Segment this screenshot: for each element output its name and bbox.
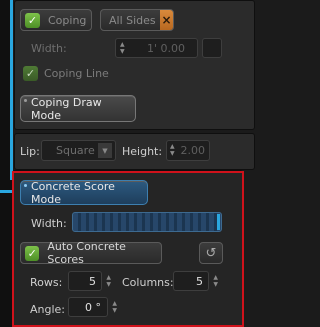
height-label: Height: bbox=[122, 145, 163, 158]
stepper-arrows-icon[interactable]: ▲ ▼ bbox=[213, 274, 218, 288]
stepper-arrows-icon[interactable]: ▲ ▼ bbox=[106, 274, 111, 288]
coping-width-value: 1' 0.00 bbox=[146, 41, 185, 55]
stepper-arrows-icon[interactable]: ▲ ▼ bbox=[170, 143, 175, 157]
check-icon: ✓ bbox=[25, 12, 40, 28]
lip-select[interactable]: Square ▼ bbox=[41, 140, 116, 161]
check-icon[interactable]: ✓ bbox=[23, 66, 38, 81]
rows-value: 5 bbox=[89, 274, 96, 288]
lip-label: Lip: bbox=[20, 145, 40, 158]
coping-width-extra bbox=[202, 38, 222, 58]
coping-label: Coping bbox=[48, 13, 87, 27]
concrete-score-mode-button[interactable]: Concrete Score Mode bbox=[20, 179, 148, 206]
coping-width-field[interactable]: ▲ ▼ 1' 0.00 bbox=[115, 38, 198, 58]
reset-button[interactable]: ↺ bbox=[199, 242, 223, 264]
lip-select-value: Square bbox=[56, 144, 95, 157]
coping-toggle-button[interactable]: ✓ Coping bbox=[20, 9, 92, 31]
connector-line-vertical bbox=[10, 0, 13, 180]
rows-field[interactable]: 5 ▲ ▼ bbox=[68, 271, 111, 291]
refresh-icon: ↺ bbox=[205, 245, 217, 261]
angle-label: Angle: bbox=[30, 303, 66, 316]
height-field[interactable]: ▲ ▼ 2.00 bbox=[166, 140, 210, 161]
score-width-label: Width: bbox=[31, 217, 67, 230]
coping-draw-mode-button[interactable]: Coping Draw Mode bbox=[20, 95, 136, 122]
indicator-dot bbox=[24, 184, 27, 187]
columns-value: 5 bbox=[196, 274, 203, 288]
dropdown-arrow-icon: ▼ bbox=[98, 143, 112, 158]
score-width-slider[interactable] bbox=[72, 212, 222, 232]
height-value: 2.00 bbox=[180, 144, 206, 157]
stepper-arrows-icon[interactable]: ▲ ▼ bbox=[120, 41, 125, 55]
angle-value: 0 ° bbox=[85, 300, 101, 314]
concrete-score-mode-label: Concrete Score Mode bbox=[31, 179, 115, 206]
rows-label: Rows: bbox=[30, 276, 63, 289]
close-icon[interactable]: × bbox=[160, 10, 173, 30]
columns-label: Columns: bbox=[122, 276, 174, 289]
indicator-dot bbox=[24, 99, 27, 102]
coping-line-label: Coping Line bbox=[44, 67, 109, 80]
auto-concrete-scores-button[interactable]: ✓ Auto Concrete Scores bbox=[20, 240, 162, 266]
coping-width-label: Width: bbox=[31, 42, 67, 55]
columns-field[interactable]: 5 ▲ ▼ bbox=[173, 271, 218, 291]
coping-draw-mode-label: Coping Draw Mode bbox=[31, 95, 102, 122]
auto-concrete-scores-label: Auto Concrete Scores bbox=[47, 240, 126, 266]
all-sides-label: All Sides bbox=[109, 13, 156, 27]
slider-thumb[interactable] bbox=[217, 214, 220, 230]
angle-field[interactable]: 0 ° ▲ ▼ bbox=[68, 297, 117, 317]
stepper-arrows-icon[interactable]: ▲ ▼ bbox=[112, 300, 117, 314]
coping-line-row[interactable]: ✓ Coping Line bbox=[23, 66, 109, 81]
check-icon: ✓ bbox=[25, 245, 40, 261]
